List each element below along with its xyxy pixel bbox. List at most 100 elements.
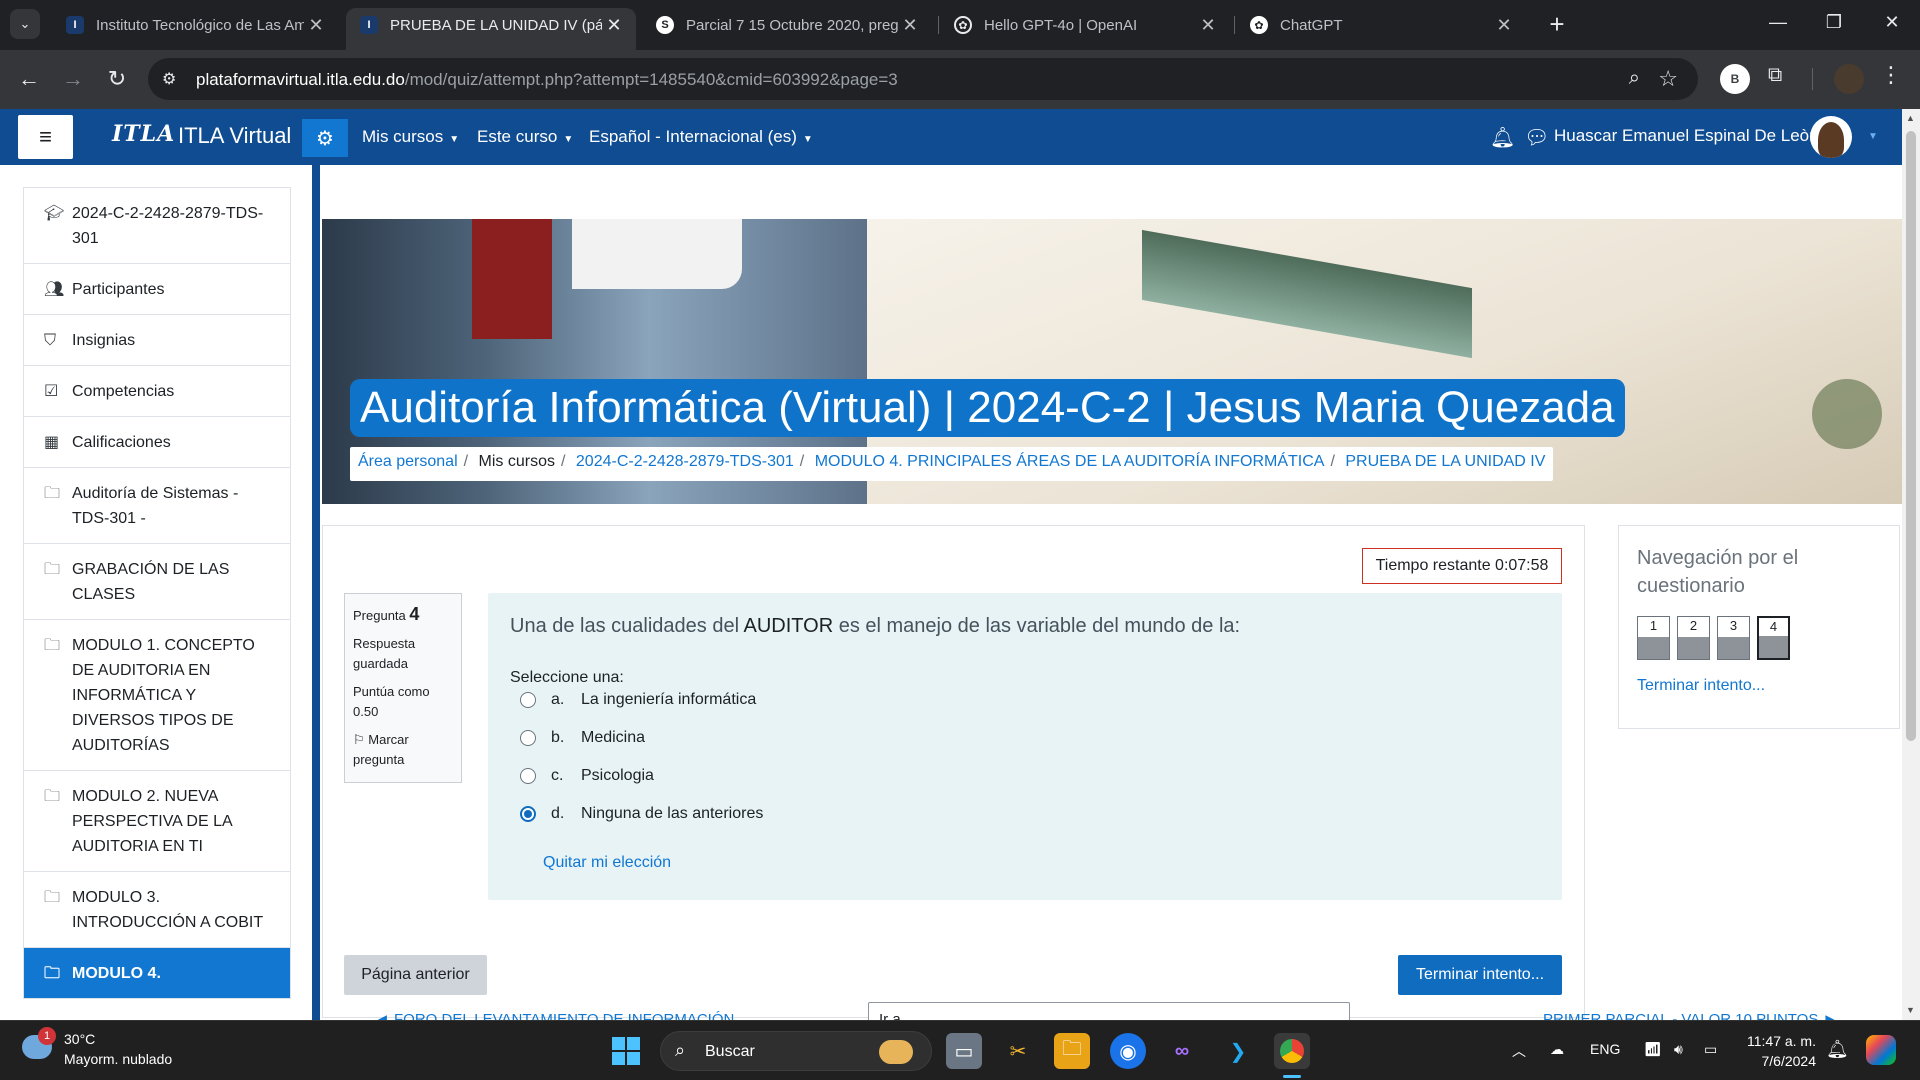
chrome-profile-icon[interactable]: ◉ (1110, 1033, 1146, 1069)
close-tab-icon[interactable]: ✕ (602, 15, 626, 36)
nav-mis-cursos[interactable]: Mis cursos ▼ (362, 127, 459, 147)
notification-bell-icon[interactable]: 🔔︎ (1826, 1039, 1849, 1060)
wifi-icon[interactable]: 📶︎ (1644, 1041, 1662, 1058)
back-arrow-icon[interactable]: ← (14, 64, 44, 94)
clear-choice-link[interactable]: Quitar mi elección (543, 854, 671, 872)
answer-option-a[interactable]: a. La ingeniería informática (520, 691, 756, 709)
profile-avatar[interactable]: B (1720, 64, 1750, 94)
chatgpt-favicon-icon: ✿ (1250, 16, 1268, 34)
folder-icon: 🗀 (44, 788, 61, 805)
drawer-item-auditoria-sistemas[interactable]: 🗀 Auditoría de Sistemas - TDS-301 - (24, 468, 290, 544)
scrollbar-thumb[interactable] (1906, 131, 1916, 741)
chat-icon[interactable]: 💬︎ (1524, 125, 1549, 150)
radio-b[interactable] (520, 730, 536, 746)
drawer-item-grabacion[interactable]: 🗀 GRABACIÓN DE LAS CLASES (24, 544, 290, 620)
onedrive-icon[interactable]: ☁ (1550, 1041, 1564, 1058)
nav-language[interactable]: Español - Internacional (es) ▼ (589, 127, 813, 147)
drawer-item-participantes[interactable]: 👥︎ Participantes (24, 264, 290, 315)
bell-icon[interactable]: 🔔︎ (1490, 125, 1515, 150)
taskbar-search[interactable]: ⌕ Buscar (660, 1031, 932, 1071)
chrome-icon[interactable] (1274, 1033, 1310, 1069)
caret-down-icon[interactable]: ▼ (1868, 131, 1878, 142)
snipping-tool-icon[interactable]: ✂ (1000, 1033, 1036, 1069)
weather-temperature[interactable]: 30°C (64, 1031, 95, 1047)
previous-page-button[interactable]: Página anterior (344, 955, 487, 995)
visual-studio-icon[interactable]: ∞ (1164, 1033, 1200, 1069)
site-info-icon[interactable]: ⚙ (162, 69, 176, 89)
windows-start-icon[interactable] (612, 1037, 640, 1065)
restore-button[interactable]: ❐ (1814, 12, 1854, 33)
breadcrumb-course[interactable]: 2024-C-2-2428-2879-TDS-301 (576, 453, 794, 470)
close-tab-icon[interactable]: ✕ (898, 15, 922, 36)
close-tab-icon[interactable]: ✕ (1492, 15, 1516, 36)
language-indicator[interactable]: ENG (1590, 1041, 1620, 1057)
quiz-nav-question-3[interactable]: 3 (1717, 616, 1750, 660)
browser-tab-parcial[interactable]: S Parcial 7 15 Octubre 2020, preg ✕ (642, 8, 932, 42)
account-avatar[interactable] (1834, 64, 1864, 94)
battery-icon[interactable]: ▭ (1704, 1041, 1717, 1058)
quiz-nav-question-1[interactable]: 1 (1637, 616, 1670, 660)
reload-icon[interactable]: ↻ (102, 64, 132, 94)
answer-option-d[interactable]: d. Ninguna de las anteriores (520, 805, 763, 823)
drawer-item-modulo-3[interactable]: 🗀 MODULO 3. INTRODUCCIÓN A COBIT (24, 872, 290, 948)
nav-este-curso[interactable]: Este curso ▼ (477, 127, 573, 147)
user-avatar[interactable] (1810, 116, 1852, 158)
vscode-icon[interactable]: ❯ (1220, 1033, 1256, 1069)
breadcrumb-area-personal[interactable]: Área personal (358, 453, 458, 470)
flag-question-link[interactable]: ⚐ Marcar pregunta (353, 730, 453, 770)
quiz-nav-question-2[interactable]: 2 (1677, 616, 1710, 660)
file-explorer-icon[interactable]: 🗀 (1054, 1033, 1090, 1069)
drawer-toggle-button[interactable]: ≡ (18, 115, 73, 159)
close-window-button[interactable]: ✕ (1872, 12, 1912, 33)
tray-overflow-icon[interactable]: ︿ (1512, 1041, 1526, 1061)
browser-menu-icon[interactable]: ⋮ (1880, 62, 1902, 88)
drawer-item-modulo-2[interactable]: 🗀 MODULO 2. NUEVA PERSPECTIVA DE LA AUDIT… (24, 771, 290, 872)
drawer-item-competencias[interactable]: ☑ Competencias (24, 366, 290, 417)
address-bar[interactable]: ⚙ plataformavirtual.itla.edu.do/mod/quiz… (148, 58, 1698, 100)
task-view-icon[interactable]: ▭ (946, 1033, 982, 1069)
answer-option-b[interactable]: b. Medicina (520, 729, 645, 747)
close-tab-icon[interactable]: ✕ (1196, 15, 1220, 36)
answer-option-c[interactable]: c. Psicologia (520, 767, 654, 785)
browser-tab-openai[interactable]: ✿ Hello GPT-4o | OpenAI ✕ (940, 8, 1230, 42)
cogs-icon[interactable]: ⚙ (302, 119, 348, 157)
drawer-item-modulo-1[interactable]: 🗀 MODULO 1. CONCEPTO DE AUDITORIA EN INFO… (24, 620, 290, 771)
finish-attempt-link[interactable]: Terminar intento... (1637, 677, 1765, 695)
browser-tab-quiz[interactable]: I PRUEBA DE LA UNIDAD IV (pág ✕ (346, 8, 636, 50)
drawer-item-calificaciones[interactable]: ▦ Calificaciones (24, 417, 290, 468)
radio-d[interactable] (520, 806, 536, 822)
browser-tab-itla[interactable]: I Instituto Tecnológico de Las Am ✕ (52, 8, 338, 42)
zoom-icon[interactable]: ⌕ (1629, 67, 1640, 90)
drawer-item-modulo-4[interactable]: 🗀 MODULO 4. (24, 948, 290, 999)
forward-arrow-icon[interactable]: → (58, 64, 88, 94)
page-scrollbar[interactable]: ▲ ▼ (1902, 109, 1920, 1020)
radio-a[interactable] (520, 692, 536, 708)
breadcrumb-quiz[interactable]: PRUEBA DE LA UNIDAD IV (1345, 453, 1545, 470)
url-text[interactable]: plataformavirtual.itla.edu.do/mod/quiz/a… (196, 70, 898, 90)
browser-tab-chatgpt[interactable]: ✿ ChatGPT ✕ (1236, 8, 1526, 42)
radio-c[interactable] (520, 768, 536, 784)
jump-to-select[interactable]: Ir a... (868, 1002, 1350, 1020)
bookmark-star-icon[interactable]: ☆ (1658, 66, 1678, 92)
copilot-icon[interactable] (1866, 1035, 1896, 1065)
minimize-button[interactable]: — (1758, 12, 1798, 33)
taskbar-clock[interactable]: 11:47 a. m. 7/6/2024 (1744, 1031, 1816, 1071)
user-name[interactable]: Huascar Emanuel Espinal De Leòn (1554, 126, 1819, 146)
site-name[interactable]: ITLA Virtual (178, 123, 291, 149)
volume-icon[interactable]: 🔊︎ (1674, 1041, 1683, 1058)
quiz-nav-question-4[interactable]: 4 (1757, 616, 1790, 660)
weather-description[interactable]: Mayorm. nublado (64, 1051, 172, 1067)
breadcrumb-module[interactable]: MODULO 4. PRINCIPALES ÁREAS DE LA AUDITO… (815, 453, 1325, 470)
tab-search-button[interactable]: ⌄ (10, 9, 40, 39)
itla-logo[interactable]: ITLA (112, 121, 175, 147)
finish-attempt-button[interactable]: Terminar intento... (1398, 955, 1562, 995)
browser-tab-strip: ⌄ I Instituto Tecnológico de Las Am ✕ I … (0, 0, 1920, 50)
close-tab-icon[interactable]: ✕ (304, 15, 328, 36)
drawer-item-course[interactable]: 🎓︎ 2024-C-2-2428-2879-TDS-301 (24, 188, 290, 264)
previous-activity-link[interactable]: ◄ FORO DEL LEVANTAMIENTO DE INFORMACIÓN (375, 1011, 734, 1020)
extensions-icon[interactable]: ⧉ (1768, 64, 1782, 87)
next-activity-link[interactable]: PRIMER PARCIAL - VALOR 10 PUNTOS ► (1543, 1011, 1837, 1020)
search-highlight-icon (879, 1040, 913, 1064)
new-tab-button[interactable]: + (1544, 10, 1570, 38)
drawer-item-insignias[interactable]: ⛉ Insignias (24, 315, 290, 366)
